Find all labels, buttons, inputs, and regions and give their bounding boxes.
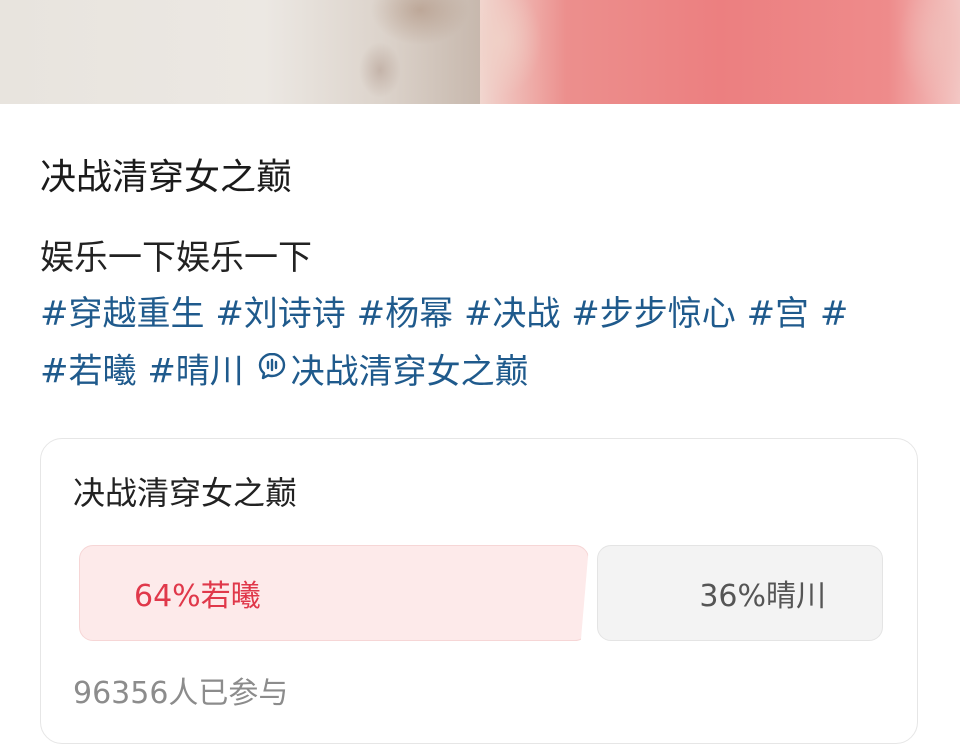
- post-image-strip[interactable]: [0, 0, 960, 104]
- post-title: 决战清穿女之巅: [40, 157, 293, 198]
- post-text: 娱乐一下娱乐一下: [40, 238, 312, 278]
- post-image-right[interactable]: [480, 0, 960, 104]
- hashtag-link[interactable]: #晴川: [147, 352, 244, 392]
- hashtag-link[interactable]: #: [820, 294, 849, 334]
- poll-option-label: 64%若曦: [134, 579, 261, 614]
- hashtag-link[interactable]: #步步惊心: [571, 294, 736, 334]
- topic-link[interactable]: 决战清穿女之巅: [255, 352, 529, 392]
- hashtag-line-2: #若曦 #晴川 决战清穿女之巅: [40, 342, 920, 404]
- hashtag-link[interactable]: #宫: [747, 294, 810, 334]
- poll-participant-count: 96356人已参与: [73, 676, 289, 711]
- hashtag-link[interactable]: #穿越重生: [40, 294, 205, 334]
- hashtag-link[interactable]: #杨幂: [357, 294, 454, 334]
- poll-option-ruoxi[interactable]: 64%若曦: [79, 545, 589, 641]
- topic-label: 决战清穿女之巅: [290, 351, 529, 392]
- post-image-left[interactable]: [0, 0, 480, 104]
- poll-card: 决战清穿女之巅 64%若曦 36%晴川 96356人已参与: [40, 438, 918, 744]
- hashtag-link[interactable]: #决战: [464, 294, 561, 334]
- poll-option-qingchuan[interactable]: 36%晴川: [597, 545, 883, 641]
- poll-title: 决战清穿女之巅: [73, 474, 298, 512]
- poll-option-label: 36%晴川: [699, 579, 826, 614]
- hashtag-link[interactable]: #若曦: [40, 352, 137, 392]
- chat-bubble-icon: [257, 342, 287, 398]
- hashtag-link[interactable]: #刘诗诗: [215, 294, 346, 334]
- hashtag-line-1: #穿越重生 #刘诗诗 #杨幂 #决战 #步步惊心 #宫 #: [40, 286, 920, 342]
- post-body: 娱乐一下娱乐一下 #穿越重生 #刘诗诗 #杨幂 #决战 #步步惊心 #宫 # #…: [40, 230, 920, 404]
